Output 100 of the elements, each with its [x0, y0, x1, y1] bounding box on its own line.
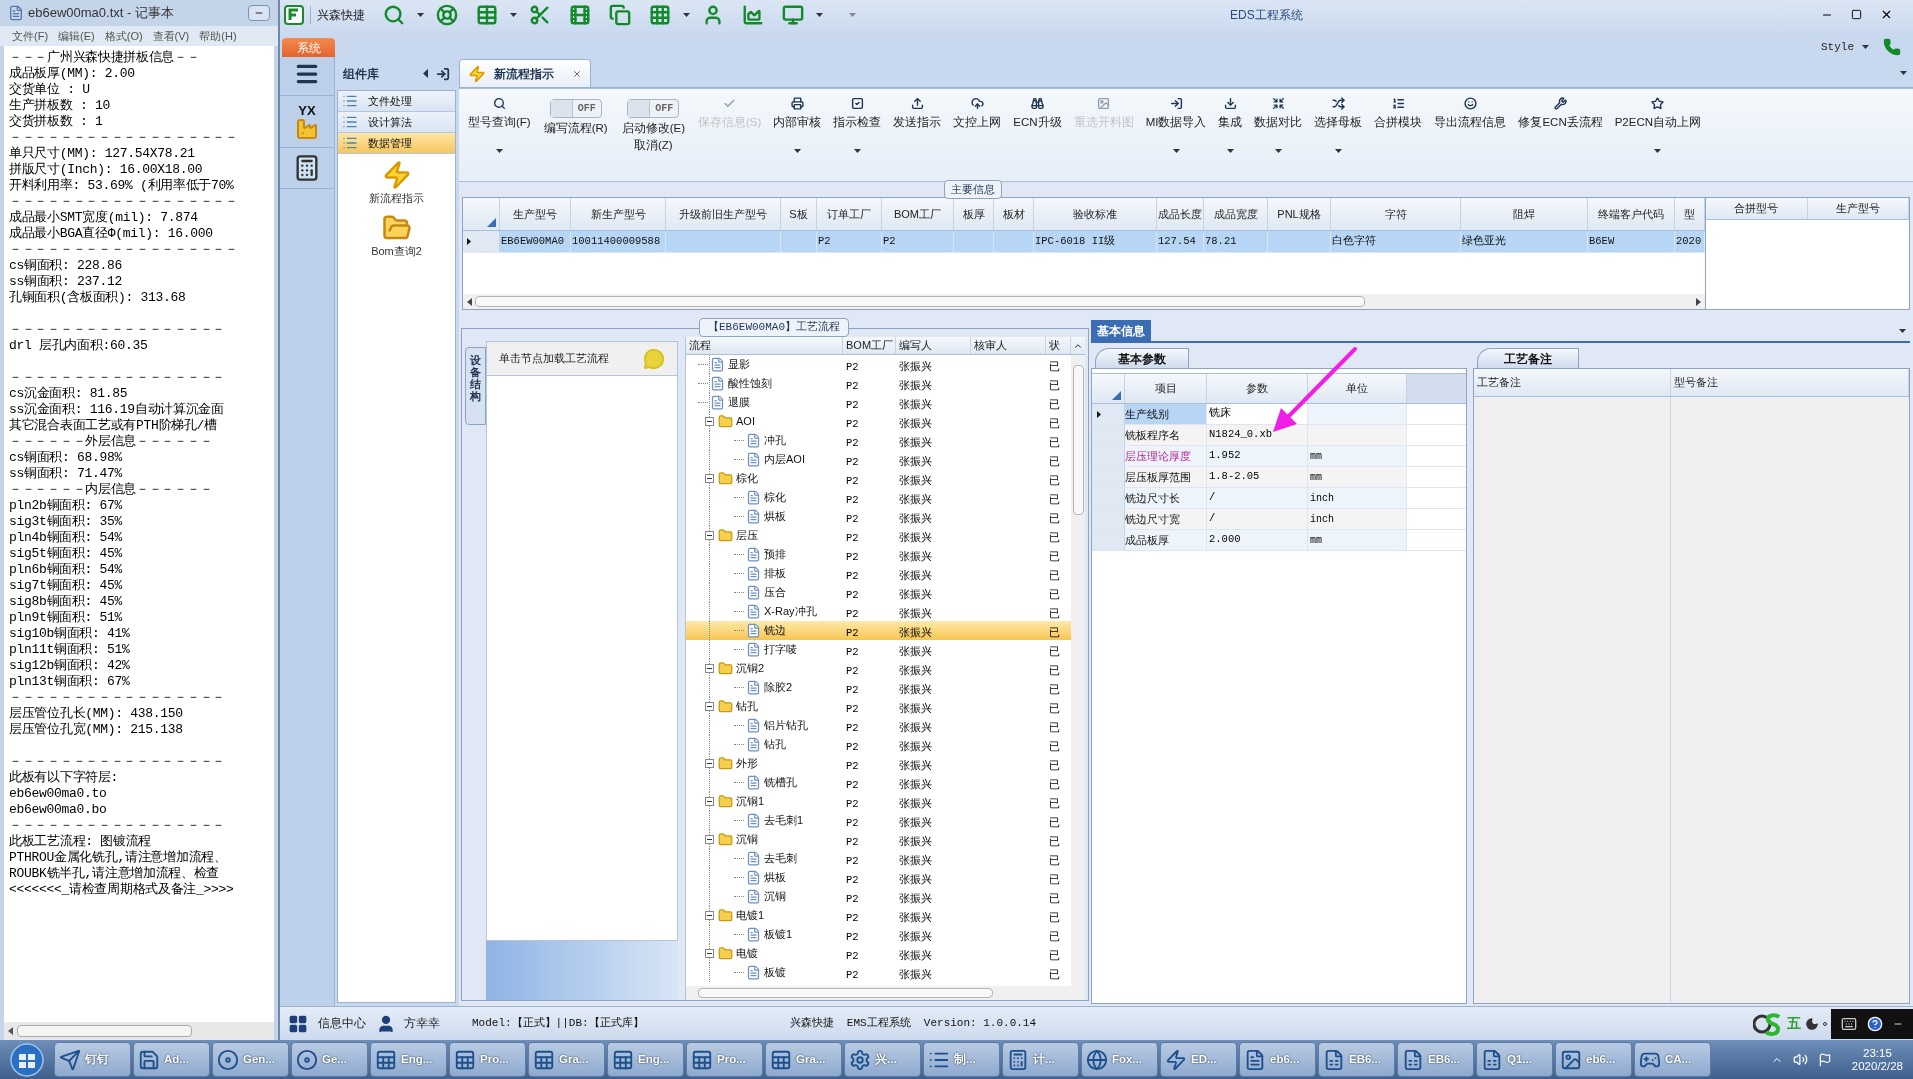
- side-tab[interactable]: 设备结构: [465, 347, 486, 425]
- collapse-box-icon[interactable]: [705, 702, 714, 711]
- scrollbar-thumb[interactable]: [17, 1025, 192, 1037]
- caret-icon[interactable]: [1274, 149, 1282, 154]
- tree-row[interactable]: 板镀1 P2 张振兴 已: [686, 925, 1071, 944]
- select-all-icon[interactable]: [487, 218, 496, 227]
- tree-row[interactable]: 沉铜1 P2 张振兴 已: [686, 792, 1071, 811]
- column-header[interactable]: 参数: [1207, 374, 1308, 403]
- flag-icon[interactable]: [1817, 1052, 1832, 1067]
- tree-row[interactable]: 内层AOI P2 张振兴 已: [686, 450, 1071, 469]
- tree-row[interactable]: 电镀1 P2 张振兴 已: [686, 906, 1071, 925]
- menu-item[interactable]: 格式(O): [104, 27, 143, 45]
- ribbon-button[interactable]: 发送指示: [888, 93, 947, 132]
- ribbon-button[interactable]: 指示检查: [828, 93, 887, 132]
- copy-icon[interactable]: [609, 4, 631, 26]
- column-header[interactable]: 字符: [1331, 198, 1461, 230]
- ribbon-button[interactable]: ECN升级: [1008, 93, 1067, 132]
- nav-item[interactable]: 文件处理: [338, 91, 455, 112]
- tree-row[interactable]: 排板 P2 张振兴 已: [686, 564, 1071, 583]
- tree-row[interactable]: 压合 P2 张振兴 已: [686, 583, 1071, 602]
- caret-icon[interactable]: [1654, 149, 1662, 154]
- column-header[interactable]: 流程: [686, 337, 843, 354]
- collapse-box-icon[interactable]: [705, 911, 714, 920]
- tree-row[interactable]: 棕化 P2 张振兴 已: [686, 469, 1071, 488]
- person-icon[interactable]: [702, 4, 724, 26]
- style-menu[interactable]: Style: [1821, 38, 1854, 56]
- column-header[interactable]: 生产型号: [500, 198, 571, 230]
- tree-row[interactable]: 沉铜2 P2 张振兴 已: [686, 659, 1071, 678]
- collapse-box-icon[interactable]: [705, 664, 714, 673]
- scrollbar-thumb[interactable]: [475, 296, 1365, 307]
- tree-row[interactable]: 打字唛 P2 张振兴 已: [686, 640, 1071, 659]
- column-header[interactable]: 工艺备注: [1474, 369, 1671, 396]
- tree-row[interactable]: AOI P2 张振兴 已: [686, 412, 1071, 431]
- ribbon-button[interactable]: 选择母板: [1309, 93, 1368, 132]
- tree-row[interactable]: 去毛刺1 P2 张振兴 已: [686, 811, 1071, 830]
- scroll-left-icon[interactable]: [467, 297, 472, 306]
- help-icon[interactable]: [1867, 1015, 1883, 1032]
- menu-item[interactable]: 文件(F): [12, 27, 49, 45]
- tree-row[interactable]: 显影 P2 张振兴 已: [686, 355, 1071, 374]
- select-all-icon[interactable]: [1112, 391, 1121, 400]
- tree-row[interactable]: 层压 P2 张振兴 已: [686, 526, 1071, 545]
- speaker-icon[interactable]: [1792, 1052, 1808, 1067]
- collapse-box-icon[interactable]: [705, 949, 714, 958]
- grid-icon[interactable]: [288, 1013, 308, 1034]
- ribbon-button[interactable]: P2ECN自动上网: [1609, 93, 1707, 132]
- column-header[interactable]: 成品宽度: [1204, 198, 1268, 230]
- caret-icon[interactable]: [1226, 149, 1234, 154]
- tree-row[interactable]: 沉铜 P2 张振兴 已: [686, 830, 1071, 849]
- ribbon-button[interactable]: 内部审核: [768, 93, 827, 132]
- lifebuoy-icon[interactable]: [436, 4, 458, 26]
- tree-row[interactable]: 酸性蚀刻 P2 张振兴 已: [686, 374, 1071, 393]
- column-header[interactable]: 编写人: [896, 337, 971, 354]
- menu-item[interactable]: 编辑(E): [58, 27, 95, 45]
- tree-row[interactable]: 烘板 P2 张振兴 已: [686, 868, 1071, 887]
- shortcut-label[interactable]: Bom查询2: [371, 242, 422, 259]
- column-header[interactable]: 板厚: [954, 198, 994, 230]
- column-header[interactable]: 成品长度: [1157, 198, 1204, 230]
- clock[interactable]: 23:15 2020/2/28: [1851, 1046, 1903, 1073]
- toggle-switch[interactable]: OFF: [627, 99, 680, 118]
- tree-row[interactable]: 铣槽孔 P2 张振兴 已: [686, 773, 1071, 792]
- tree-row[interactable]: 棕化 P2 张振兴 已: [686, 488, 1071, 507]
- menu-item[interactable]: 查看(V): [152, 27, 190, 45]
- menu-item[interactable]: 帮助(H): [199, 27, 237, 45]
- column-header[interactable]: 新生产型号: [571, 198, 666, 230]
- column-header[interactable]: 型: [1675, 198, 1705, 230]
- column-header[interactable]: 订单工厂: [817, 198, 882, 230]
- tree-row[interactable]: 铝片钻孔 P2 张振兴 已: [686, 716, 1071, 735]
- minimize-button[interactable]: [248, 5, 270, 21]
- tree-row[interactable]: 冲孔 P2 张振兴 已: [686, 431, 1071, 450]
- column-header[interactable]: BOM工厂: [882, 198, 954, 230]
- panel-tab[interactable]: 基本参数: [1095, 348, 1189, 368]
- panel-tab[interactable]: 工艺备注: [1477, 348, 1579, 368]
- column-header[interactable]: BOM工厂: [843, 337, 896, 354]
- ribbon-button[interactable]: 文控上网: [948, 93, 1007, 132]
- row-header[interactable]: [1092, 404, 1125, 424]
- collapse-box-icon[interactable]: [705, 835, 714, 844]
- table-row[interactable]: EB6EW00MA0 10011400009588 P2 P2 IPC-6018 II级 127.54 78.21 白色字符 绿色亚光 B6EW 2020: [463, 231, 1705, 253]
- ribbon-button[interactable]: 集成: [1213, 93, 1248, 132]
- caret-icon[interactable]: [495, 149, 503, 154]
- scrollbar-thumb[interactable]: [698, 988, 993, 998]
- collapse-box-icon[interactable]: [705, 417, 714, 426]
- column-header[interactable]: 合拼型号: [1706, 198, 1808, 219]
- tree-row[interactable]: 钻孔 P2 张振兴 已: [686, 697, 1071, 716]
- collapse-box-icon[interactable]: [705, 797, 714, 806]
- tree-row[interactable]: 退膜 P2 张振兴 已: [686, 393, 1071, 412]
- search-icon[interactable]: [383, 4, 405, 26]
- ribbon-button[interactable]: 数据对比: [1249, 93, 1308, 132]
- document-tab[interactable]: 新流程指示: [459, 59, 591, 87]
- tree-row[interactable]: 钻孔 P2 张振兴 已: [686, 735, 1071, 754]
- scroll-right-icon[interactable]: [1696, 297, 1701, 306]
- tree-row[interactable]: 沉铜 P2 张振兴 已: [686, 887, 1071, 906]
- nav-item[interactable]: 数据管理: [338, 133, 455, 154]
- grid-icon[interactable]: [649, 4, 671, 26]
- area-chart-icon[interactable]: [742, 4, 764, 26]
- caret-icon[interactable]: [853, 149, 861, 154]
- column-header[interactable]: 型号备注: [1671, 369, 1909, 396]
- column-header[interactable]: 状: [1046, 337, 1071, 354]
- ribbon-button[interactable]: 修复ECN丢流程: [1513, 93, 1608, 132]
- column-header[interactable]: 核审人: [971, 337, 1046, 354]
- caret-icon[interactable]: [1334, 149, 1342, 154]
